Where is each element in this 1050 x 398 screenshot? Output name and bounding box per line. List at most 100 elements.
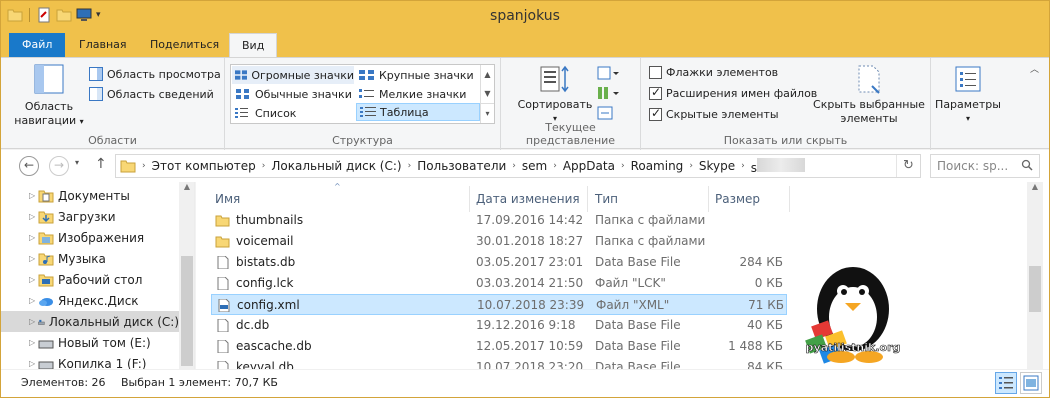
details-pane-button[interactable]: Область сведений [89, 85, 214, 103]
item-checkboxes-checkbox[interactable] [649, 65, 662, 79]
breadcrumb-skype[interactable]: Skype [699, 159, 735, 173]
tab-view[interactable]: Вид [229, 33, 278, 57]
scrollbar-thumb[interactable] [1029, 266, 1041, 312]
file-row[interactable]: config.lck 03.03.2014 21:50 Файл "LCK" 0… [211, 273, 787, 294]
nav-item-desktop[interactable]: ▷ Рабочий стол [1, 269, 179, 290]
nav-item-local-disk-c[interactable]: ▷ Локальный диск (C:) [1, 311, 179, 332]
collapse-ribbon-icon[interactable]: ︿ [1030, 62, 1039, 75]
column-separator[interactable] [587, 186, 588, 212]
layout-large-icons[interactable]: Крупные значки [356, 66, 478, 84]
column-header-date-modified[interactable]: Дата изменения [470, 186, 587, 212]
breadcrumb-separator-icon[interactable]: › [262, 161, 266, 171]
expand-arrow-icon[interactable]: ▷ [29, 359, 35, 368]
breadcrumb-current[interactable]: s [751, 157, 806, 175]
hidden-items-toggle[interactable]: Скрытые элементы [649, 105, 779, 123]
layout-gallery-scrollbar[interactable]: ▲ ▼ ▾ [480, 65, 494, 123]
breadcrumb-this-pc[interactable]: Этот компьютер [152, 159, 256, 173]
file-date: 17.09.2016 14:42 [476, 213, 584, 227]
navigation-pane-scrollbar[interactable]: ▲ [179, 182, 194, 369]
breadcrumb-local-disk[interactable]: Локальный диск (C:) [271, 159, 401, 173]
breadcrumb-separator-icon[interactable]: › [512, 161, 516, 171]
scroll-down-icon[interactable]: ▼ [481, 84, 494, 103]
breadcrumb-sem[interactable]: sem [522, 159, 547, 173]
breadcrumb-separator-icon[interactable]: › [741, 161, 745, 171]
nav-item-music[interactable]: ▷ Музыка [1, 248, 179, 269]
recent-locations-chevron-icon[interactable]: ▾ [75, 158, 79, 167]
file-extensions-checkbox[interactable] [649, 85, 662, 100]
group-by-icon[interactable] [597, 66, 619, 80]
file-row[interactable]: bistats.db 03.05.2017 23:01 Data Base Fi… [211, 252, 787, 273]
expand-arrow-icon[interactable]: ▷ [29, 233, 35, 242]
breadcrumb-appdata[interactable]: AppData [563, 159, 615, 173]
column-header-name[interactable]: Имя [209, 186, 469, 212]
layout-medium-icons[interactable]: Обычные значки [232, 85, 354, 103]
layout-extra-large-icons[interactable]: Огромные значки [232, 66, 354, 84]
scroll-up-icon[interactable]: ▲ [481, 65, 494, 84]
back-button[interactable]: ← [19, 156, 39, 176]
refresh-button[interactable]: ↻ [896, 155, 920, 177]
tab-file[interactable]: Файл [9, 33, 66, 57]
layout-small-icons[interactable]: Мелкие значки [356, 85, 478, 103]
file-row[interactable]: thumbnails 17.09.2016 14:42 Папка с файл… [211, 210, 787, 231]
hide-selected-items-button[interactable]: Скрыть выбранные элементы [813, 64, 925, 126]
expand-arrow-icon[interactable]: ▷ [29, 338, 35, 347]
scroll-up-icon[interactable]: ▲ [1027, 182, 1043, 191]
tab-home[interactable]: Главная [67, 33, 139, 57]
expand-arrow-icon[interactable]: ▷ [29, 296, 35, 305]
scroll-up-icon[interactable]: ▲ [179, 182, 194, 191]
sort-by-button[interactable]: Сортировать ▾ [515, 64, 595, 126]
column-header-size[interactable]: Размер [709, 186, 789, 212]
desktop-icon [38, 274, 54, 286]
file-row[interactable]: eascache.db 12.05.2017 10:59 Data Base F… [211, 336, 787, 357]
forward-button[interactable]: → [49, 156, 69, 176]
breadcrumb-separator-icon[interactable]: › [621, 161, 625, 171]
layout-details[interactable]: Таблица [356, 103, 480, 121]
gallery-expand-icon[interactable]: ▾ [481, 103, 494, 122]
nav-item-documents[interactable]: ▷ Документы [1, 185, 179, 206]
breadcrumb-roaming[interactable]: Roaming [631, 159, 684, 173]
add-columns-icon[interactable] [597, 86, 619, 100]
size-columns-icon[interactable] [597, 106, 613, 120]
file-row[interactable]: voicemail 30.01.2018 18:27 Папка с файла… [211, 231, 787, 252]
expand-arrow-icon[interactable]: ▷ [29, 254, 35, 263]
nav-item-new-volume-e[interactable]: ▷ Новый том (E:) [1, 332, 179, 353]
breadcrumb-separator-icon[interactable]: › [408, 161, 412, 171]
preview-pane-button[interactable]: Область просмотра [89, 65, 221, 83]
layout-list[interactable]: Список [232, 104, 354, 122]
breadcrumb-separator-icon[interactable]: › [553, 161, 557, 171]
nav-item-yandex-disk[interactable]: ▷ Яндекс.Диск [1, 290, 179, 311]
breadcrumb-users[interactable]: Пользователи [417, 159, 506, 173]
expand-arrow-icon[interactable]: ▷ [29, 212, 35, 221]
tab-share[interactable]: Поделиться [138, 33, 231, 57]
file-list-scrollbar[interactable]: ▲ [1027, 182, 1043, 369]
file-name: config.xml [237, 298, 300, 312]
file-row[interactable]: keyval.db 10.07.2018 23:20 Data Base Fil… [211, 357, 787, 369]
details-view-button[interactable] [995, 372, 1017, 394]
navigation-pane-button[interactable]: Область навигации ▾ [13, 64, 85, 129]
address-bar[interactable]: › Этот компьютер › Локальный диск (C:) ›… [115, 154, 921, 178]
up-arrow-icon[interactable]: ↑ [95, 156, 107, 172]
file-name: bistats.db [236, 255, 296, 269]
hide-selected-icon [858, 65, 880, 94]
sort-icon [540, 65, 569, 93]
file-row-selected[interactable]: config.xml 10.07.2018 23:39 Файл "XML" 7… [211, 294, 787, 315]
expand-arrow-icon[interactable]: ▷ [29, 275, 35, 284]
file-row[interactable]: dc.db 19.12.2016 9:18 Data Base File 40 … [211, 315, 787, 336]
search-input[interactable]: Поиск: sp... [930, 154, 1040, 178]
expand-arrow-icon[interactable]: ▷ [29, 191, 35, 200]
scrollbar-thumb[interactable] [181, 256, 193, 366]
breadcrumb-separator-icon[interactable]: › [689, 161, 693, 171]
hidden-items-checkbox[interactable] [649, 106, 662, 121]
large-icons-view-button[interactable] [1020, 372, 1042, 394]
expand-arrow-icon[interactable]: ▷ [29, 317, 35, 326]
nav-item-pictures[interactable]: ▷ Изображения [1, 227, 179, 248]
explorer-window: ▾ spanjokus Файл Главная Поделиться Вид … [0, 0, 1050, 398]
column-separator[interactable] [789, 186, 790, 212]
nav-item-downloads[interactable]: ▷ Загрузки [1, 206, 179, 227]
item-checkboxes-toggle[interactable]: Флажки элементов [649, 63, 778, 81]
column-header-type[interactable]: Тип [589, 186, 708, 212]
breadcrumb-separator-icon[interactable]: › [142, 161, 146, 171]
file-extensions-toggle[interactable]: Расширения имен файлов [649, 84, 817, 102]
options-button[interactable]: Параметры ▾ [931, 64, 1005, 126]
nav-item-drive-f[interactable]: ▷ Копилка 1 (F:) [1, 353, 179, 369]
